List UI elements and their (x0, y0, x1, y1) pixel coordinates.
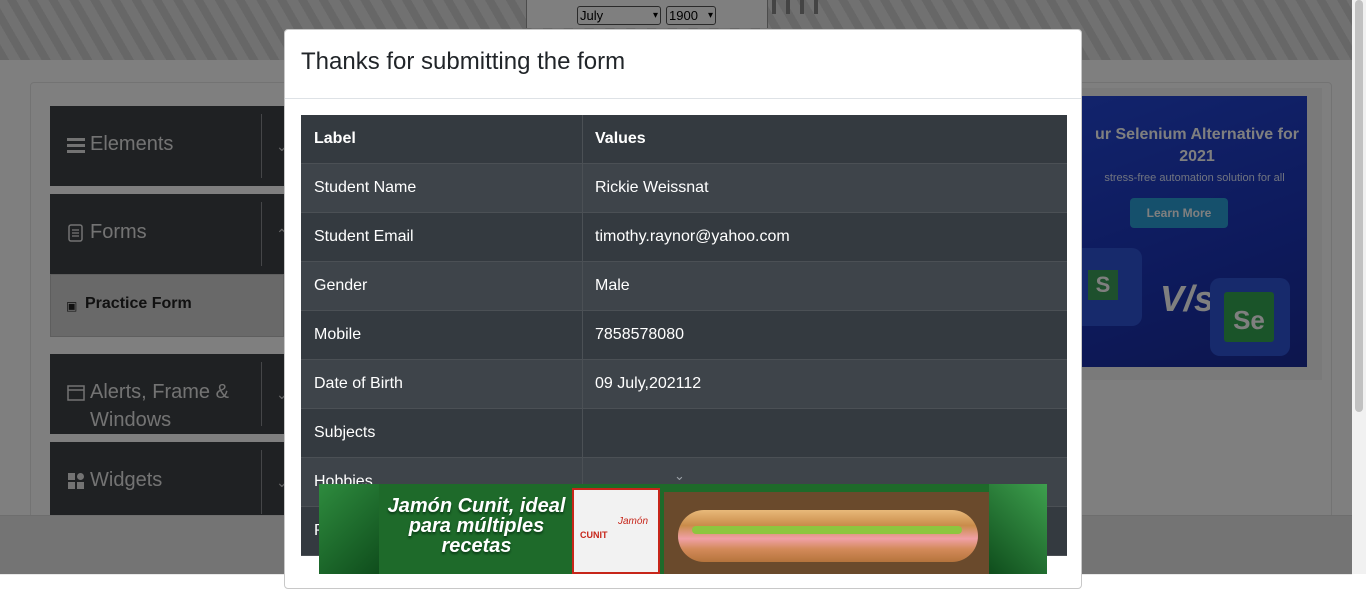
chevron-down-icon[interactable]: ⌄ (674, 468, 685, 484)
row-label: Mobile (314, 326, 362, 343)
row-value: 09 July,202112 (595, 375, 702, 392)
scrollbar-thumb[interactable] (1355, 0, 1363, 412)
column-header-label: Label (314, 130, 356, 147)
table-row: Student Email timothy.raynor@yahoo.com (301, 213, 1067, 262)
ad-banner-bottom[interactable]: Jamón Cunit, ideal para múltiples receta… (319, 484, 1047, 574)
row-label: Date of Birth (314, 375, 403, 392)
ham-package-image: CUNIT Jamón (572, 488, 660, 574)
row-label: Student Email (314, 228, 414, 245)
pack-brand: CUNIT (580, 530, 608, 540)
pack-label: Jamón (618, 516, 649, 527)
page-scrollbar[interactable] (1352, 0, 1366, 574)
row-value: timothy.raynor@yahoo.com (595, 228, 790, 245)
table-row: Date of Birth 09 July,202112 (301, 360, 1067, 409)
table-header-row: Label Values (301, 115, 1067, 164)
row-label: Subjects (314, 424, 376, 441)
table-row: Student Name Rickie Weissnat (301, 164, 1067, 213)
sandwich-image (664, 492, 989, 574)
row-value: 7858578080 (595, 326, 684, 343)
modal-header-divider (285, 98, 1081, 99)
ad-slogan: Jamón Cunit, ideal para múltiples receta… (387, 495, 566, 557)
row-label: Gender (314, 277, 368, 294)
row-value: Rickie Weissnat (595, 179, 709, 196)
modal-title: Thanks for submitting the form (301, 48, 626, 75)
row-label: Student Name (314, 179, 417, 196)
column-header-values: Values (595, 130, 646, 147)
leaf-decoration (319, 484, 379, 574)
table-row: Subjects (301, 409, 1067, 458)
table-row: Gender Male (301, 262, 1067, 311)
table-row: Mobile 7858578080 (301, 311, 1067, 360)
row-value: Male (595, 277, 630, 294)
leaf-decoration (989, 484, 1047, 574)
